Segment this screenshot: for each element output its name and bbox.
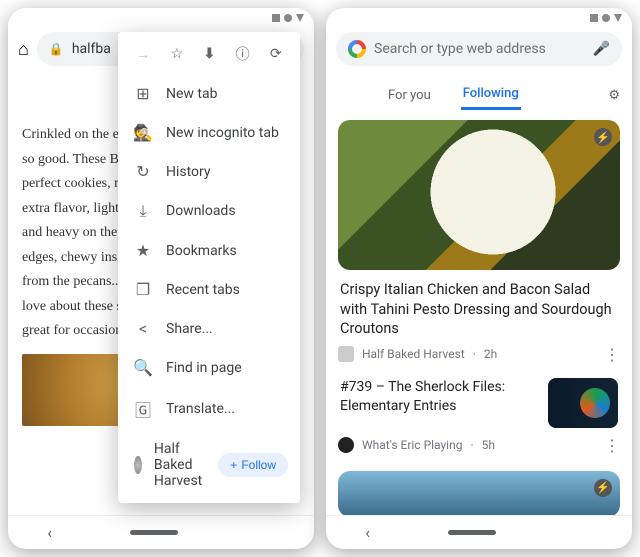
feed-card-3-image[interactable]: ⚡ — [338, 471, 620, 515]
menu-label: New incognito tab — [166, 125, 279, 141]
follow-site-name: Half Baked Harvest — [154, 441, 206, 489]
status-bar — [8, 8, 314, 28]
menu-item-bookmarks[interactable]: ★ Bookmarks — [118, 231, 300, 270]
source-favicon-icon — [338, 346, 354, 362]
card-source: What's Eric Playing — [362, 438, 462, 452]
card-title[interactable]: Crispy Italian Chicken and Bacon Salad w… — [338, 270, 620, 345]
feed-tabs: For you Following ⚙ — [326, 74, 632, 110]
source-favicon-icon — [338, 437, 354, 453]
nav-back-icon[interactable]: ‹ — [365, 523, 370, 542]
menu-label: Share... — [166, 321, 213, 337]
status-icon-square — [272, 14, 280, 22]
menu-item-find[interactable]: 🔍 Find in page — [118, 348, 300, 387]
android-nav-bar: ‹ — [8, 515, 314, 549]
translate-icon: 🄶 — [134, 397, 152, 421]
card-age: 5h — [482, 438, 495, 452]
menu-top-actions: → ☆ ⬇ ⓘ ⟳ — [118, 38, 300, 74]
recent-tabs-icon: ❐ — [134, 280, 152, 299]
phone-left: ⌂ 🔒 halfba — HALF H A R Crinkled on the … — [8, 8, 314, 549]
menu-item-share[interactable]: < Share... — [118, 309, 300, 348]
card-more-icon[interactable]: ⋮ — [604, 345, 620, 364]
menu-item-new-tab[interactable]: ⊞ New tab — [118, 74, 300, 113]
follow-button[interactable]: + Follow — [218, 453, 288, 477]
feed: ⚡ Crispy Italian Chicken and Bacon Salad… — [326, 110, 632, 515]
menu-item-incognito[interactable]: 🕵 New incognito tab — [118, 113, 300, 152]
download-icon[interactable]: ⬇ — [204, 46, 216, 62]
bookmark-star-icon[interactable]: ☆ — [171, 46, 184, 62]
status-bar — [326, 8, 632, 28]
menu-label: Recent tabs — [166, 282, 240, 298]
status-icon-triangle — [296, 14, 304, 22]
meta-dot: · — [473, 347, 476, 361]
menu-label: Translate... — [166, 401, 235, 417]
menu-label: Downloads — [166, 203, 236, 219]
address-bar-row: Search or type web address 🎤 — [326, 28, 632, 74]
star-icon: ★ — [134, 241, 152, 260]
search-placeholder: Search or type web address — [374, 41, 546, 57]
reload-icon[interactable]: ⟳ — [270, 46, 282, 62]
tab-following[interactable]: Following — [461, 80, 521, 110]
plus-box-icon: ⊞ — [134, 84, 152, 103]
card-age: 2h — [484, 347, 497, 361]
site-favicon-icon — [134, 456, 142, 474]
menu-item-recent-tabs[interactable]: ❐ Recent tabs — [118, 270, 300, 309]
follow-button-label: Follow — [241, 458, 276, 472]
overflow-menu: → ☆ ⬇ ⓘ ⟳ ⊞ New tab 🕵 New incognito tab … — [118, 32, 300, 503]
amp-badge-icon: ⚡ — [594, 128, 612, 146]
nav-home-pill[interactable] — [448, 530, 496, 535]
menu-label: History — [166, 164, 211, 180]
menu-item-translate[interactable]: 🄶 Translate... — [118, 387, 300, 431]
info-icon[interactable]: ⓘ — [236, 44, 250, 64]
share-icon: < — [134, 319, 152, 338]
home-icon[interactable]: ⌂ — [18, 39, 29, 60]
android-nav-bar: ‹ — [326, 515, 632, 549]
status-icon-circle — [602, 14, 610, 22]
menu-label: Find in page — [166, 360, 242, 376]
incognito-icon: 🕵 — [134, 123, 152, 142]
menu-item-follow-site[interactable]: Half Baked Harvest + Follow — [118, 431, 300, 499]
menu-item-downloads[interactable]: ⤓ Downloads — [118, 191, 300, 231]
phone-right: Search or type web address 🎤 For you Fol… — [326, 8, 632, 549]
card-more-icon[interactable]: ⋮ — [604, 436, 620, 455]
card-meta: What's Eric Playing · 5h ⋮ — [338, 436, 620, 465]
forward-icon[interactable]: → — [136, 46, 150, 63]
status-icon-circle — [284, 14, 292, 22]
menu-item-history[interactable]: ↻ History — [118, 152, 300, 191]
meta-dot: · — [470, 438, 473, 452]
card-source: Half Baked Harvest — [362, 347, 465, 361]
url-text: halfba — [72, 41, 111, 57]
plus-icon: + — [230, 458, 237, 472]
card-hero-image[interactable]: ⚡ — [338, 120, 620, 270]
status-icon-triangle — [614, 14, 622, 22]
mic-icon[interactable]: 🎤 — [593, 41, 610, 57]
nav-home-pill[interactable] — [130, 530, 178, 535]
tab-for-you[interactable]: For you — [386, 82, 433, 109]
lock-icon: 🔒 — [49, 42, 64, 56]
nav-back-icon[interactable]: ‹ — [47, 523, 52, 542]
menu-label: Bookmarks — [166, 243, 237, 259]
status-icon-square — [590, 14, 598, 22]
find-in-page-icon: 🔍 — [134, 358, 152, 377]
search-box[interactable]: Search or type web address 🎤 — [336, 32, 622, 66]
google-logo-icon — [348, 40, 366, 58]
gear-icon[interactable]: ⚙ — [608, 88, 620, 103]
card-title: #739 – The Sherlock Files: Elementary En… — [340, 378, 538, 416]
menu-label: New tab — [166, 86, 217, 102]
history-icon: ↻ — [134, 162, 152, 181]
card-meta: Half Baked Harvest · 2h ⋮ — [338, 345, 620, 374]
amp-badge-icon: ⚡ — [594, 479, 612, 497]
card-thumbnail — [548, 378, 618, 428]
downloads-icon: ⤓ — [134, 201, 152, 221]
feed-card-2[interactable]: #739 – The Sherlock Files: Elementary En… — [338, 374, 620, 436]
